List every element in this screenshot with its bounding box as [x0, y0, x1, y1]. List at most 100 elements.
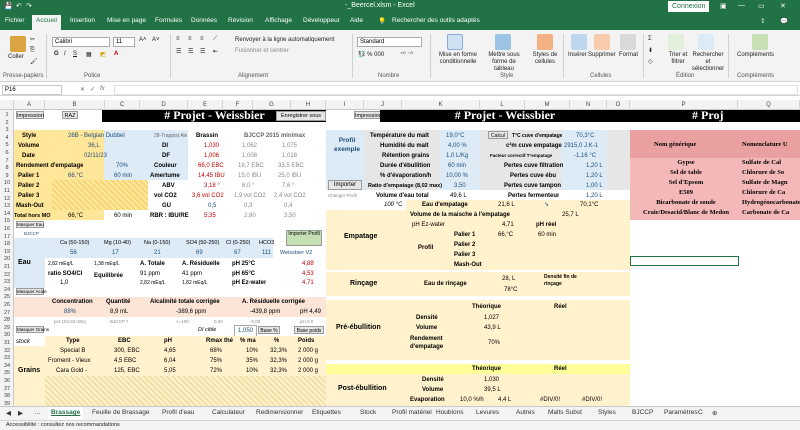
- grain-type[interactable]: Froment - Vieux: [48, 356, 91, 366]
- add-ins-icon[interactable]: [752, 34, 768, 50]
- humidite-value[interactable]: 4,00 %: [448, 141, 467, 151]
- tab-fichier[interactable]: Fichier: [5, 17, 25, 24]
- cell-styles-icon[interactable]: [537, 34, 553, 50]
- grain-poids[interactable]: 2 000 g: [298, 356, 318, 366]
- impression-button-2[interactable]: Impression: [354, 111, 382, 119]
- align-right-icon[interactable]: ☰: [200, 48, 205, 55]
- masquer-grains-button[interactable]: Masquer Grains: [16, 326, 49, 333]
- cell-styles-button[interactable]: Styles de cellules: [530, 52, 560, 66]
- col-header[interactable]: Q: [738, 100, 800, 110]
- shrink-font-icon[interactable]: A˅: [152, 37, 160, 43]
- sheet-tab[interactable]: C: [698, 409, 703, 416]
- autosum-icon[interactable]: Σ: [648, 36, 652, 42]
- sheet-tab[interactable]: Paramètres: [664, 409, 698, 416]
- clear-icon[interactable]: ◇: [648, 58, 653, 65]
- font-size-select[interactable]: 11: [113, 37, 135, 47]
- tab-accueil[interactable]: Accueil: [32, 15, 61, 30]
- underline-button[interactable]: S: [73, 51, 77, 57]
- align-center-icon[interactable]: ☰: [188, 48, 193, 55]
- evap-value[interactable]: 10,00 %: [446, 171, 468, 181]
- connexion-button[interactable]: Connexion: [668, 1, 710, 12]
- add-ins-button[interactable]: Compléments: [737, 52, 774, 58]
- col-header[interactable]: B: [45, 100, 105, 110]
- table-format-icon[interactable]: [495, 34, 511, 50]
- col-header[interactable]: M: [525, 100, 570, 110]
- insert-cells-icon[interactable]: [571, 34, 587, 50]
- more-sheets-icon[interactable]: …: [34, 409, 41, 416]
- tab-developpeur[interactable]: Développeur: [303, 17, 340, 24]
- cut-icon[interactable]: ✂: [30, 36, 35, 43]
- paste-icon[interactable]: [10, 36, 26, 52]
- sheet-tab[interactable]: BJCCP: [632, 409, 653, 416]
- so4-value[interactable]: 69: [196, 248, 203, 258]
- c2m-value[interactable]: 2915,0 J.K-1: [564, 141, 598, 151]
- worksheet-grid[interactable]: Impression RAZ # Projet - Weissbier Enre…: [14, 110, 800, 406]
- date-input[interactable]: 02/11/23: [84, 151, 107, 161]
- calcul-button[interactable]: Calcul: [488, 131, 508, 139]
- col-header[interactable]: N: [570, 100, 607, 110]
- col-header[interactable]: D: [140, 100, 188, 110]
- pertes-ebu-value[interactable]: 1,20 L: [586, 171, 603, 181]
- tab-mise-en-page[interactable]: Mise en page: [107, 17, 146, 24]
- find-select-icon[interactable]: [698, 34, 714, 50]
- format-cells-icon[interactable]: [620, 34, 636, 50]
- search-tell-me[interactable]: Rechercher des outils adaptés: [392, 17, 480, 24]
- font-name-select[interactable]: Calibri: [52, 37, 110, 47]
- sheet-tab[interactable]: Malts Subst: [548, 409, 582, 416]
- decimal-icon[interactable]: ⁺⁰ ⁻⁰: [400, 51, 413, 58]
- delete-button[interactable]: Supprimer: [588, 52, 616, 58]
- sort-filter-button[interactable]: Trier et filtrer: [663, 52, 693, 66]
- wrap-text-button[interactable]: Renvoyer à la ligne automatiquement: [235, 37, 334, 43]
- acid-concentration[interactable]: 88%: [64, 307, 76, 317]
- font-color-icon[interactable]: A: [114, 51, 118, 57]
- col-header[interactable]: O: [607, 100, 630, 110]
- insert-button[interactable]: Insérer: [568, 52, 587, 58]
- sheet-tab[interactable]: Styles: [598, 409, 616, 416]
- tab-insertion[interactable]: Insertion: [70, 17, 95, 24]
- col-header[interactable]: F: [223, 100, 253, 110]
- sheet-tab[interactable]: Houblons: [436, 409, 463, 416]
- number-format-select[interactable]: Standard: [357, 37, 422, 47]
- tab-affichage[interactable]: Affichage: [265, 17, 292, 24]
- tab-donnees[interactable]: Données: [191, 17, 217, 24]
- align-bottom-icon[interactable]: ≡: [200, 36, 204, 42]
- sort-filter-icon[interactable]: [668, 34, 684, 50]
- importer-button[interactable]: Importer: [328, 180, 362, 190]
- paste-button[interactable]: Coller: [8, 54, 24, 60]
- sheet-tab[interactable]: Levures: [476, 409, 499, 416]
- merge-center-button[interactable]: Fusionner et centrer: [235, 48, 289, 54]
- format-painter-icon[interactable]: 🖌: [30, 58, 38, 65]
- impression-button[interactable]: Impression: [16, 111, 44, 119]
- base-pct-button[interactable]: Base %: [258, 326, 280, 334]
- sheet-tab[interactable]: Redimensionner: [256, 409, 303, 416]
- grain-poids[interactable]: 2 000 g: [298, 346, 318, 356]
- cl-value[interactable]: 67: [234, 248, 241, 258]
- masquer-acide-button[interactable]: Masquer Acide: [16, 288, 47, 295]
- tab-revision[interactable]: Révision: [228, 17, 253, 24]
- sheet-tab[interactable]: Feuille de Brassage: [92, 409, 149, 416]
- enregistrer-sous-button[interactable]: Enregistrer sous: [276, 111, 326, 121]
- sheet-tab[interactable]: Profil d'eau: [162, 409, 194, 416]
- restore-button[interactable]: ▭: [758, 2, 765, 10]
- align-middle-icon[interactable]: ≡: [188, 36, 192, 42]
- copy-icon[interactable]: ⎘: [30, 47, 35, 54]
- fill-color-icon[interactable]: ◩: [100, 51, 106, 58]
- borders-icon[interactable]: ▦: [86, 51, 92, 58]
- undo-icon[interactable]: ↶: [16, 2, 22, 10]
- col-header[interactable]: A: [14, 100, 45, 110]
- select-all-corner[interactable]: [0, 100, 14, 110]
- water-profile-name[interactable]: Weissbier V2: [280, 248, 312, 258]
- col-header[interactable]: L: [480, 100, 525, 110]
- sheet-tab[interactable]: Etiquettes: [312, 409, 341, 416]
- mg-value[interactable]: 17: [112, 248, 119, 258]
- volume-input[interactable]: 36,L: [88, 141, 100, 151]
- tab-formules[interactable]: Formules: [155, 17, 182, 24]
- pertes-filt-value[interactable]: 1,20 L: [586, 161, 603, 171]
- align-left-icon[interactable]: ☰: [176, 48, 181, 55]
- comment-icon[interactable]: 💬: [780, 17, 788, 25]
- col-header[interactable]: H: [291, 100, 326, 110]
- fill-icon[interactable]: ⬇: [648, 47, 653, 54]
- na-value[interactable]: 21: [154, 248, 161, 258]
- conditional-format-icon[interactable]: [447, 34, 463, 50]
- sheet-tab[interactable]: Calculateur: [212, 409, 245, 416]
